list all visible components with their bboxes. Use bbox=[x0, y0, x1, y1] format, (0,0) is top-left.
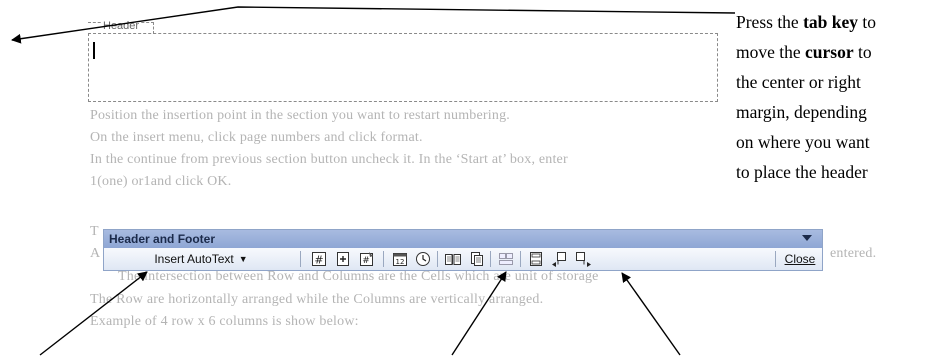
insert-autotext-button[interactable]: Insert AutoText ▼ bbox=[116, 250, 286, 268]
toolbar-title: Header and Footer bbox=[109, 232, 216, 246]
same-as-previous-icon[interactable] bbox=[496, 250, 516, 268]
toolbar-separator bbox=[437, 251, 438, 267]
doc-line-5: T bbox=[90, 224, 99, 239]
doc-line-1: Position the insertion point in the sect… bbox=[90, 108, 510, 123]
toolbar-separator bbox=[520, 251, 521, 267]
insert-date-icon[interactable]: 12 bbox=[390, 250, 410, 268]
show-next-icon[interactable] bbox=[574, 250, 594, 268]
arrow-to-navigation bbox=[621, 272, 681, 356]
header-label: Header bbox=[101, 20, 142, 32]
instruction-callout: Press the tab key to move the cursor to … bbox=[736, 12, 877, 182]
dropdown-arrow-icon: ▼ bbox=[238, 254, 248, 264]
close-button[interactable]: Close bbox=[781, 250, 819, 268]
doc-line-2: On the insert menu, click page numbers a… bbox=[90, 130, 423, 145]
header-footer-toolbar: Header and Footer Insert AutoText ▼ # # … bbox=[103, 229, 823, 271]
toolbar-body: Insert AutoText ▼ # # 12 Close bbox=[104, 248, 822, 270]
toolbar-separator bbox=[775, 251, 776, 267]
toolbar-separator bbox=[300, 251, 301, 267]
doc-line-6: A bbox=[90, 246, 101, 261]
text-cursor bbox=[93, 42, 95, 59]
insert-page-number-icon[interactable]: # bbox=[309, 250, 329, 268]
format-page-number-icon[interactable]: # bbox=[357, 250, 377, 268]
insert-number-of-pages-icon[interactable] bbox=[333, 250, 353, 268]
insert-autotext-label: Insert AutoText bbox=[154, 252, 234, 266]
doc-line-7: The intersection between Row and Columns… bbox=[118, 269, 599, 284]
switch-header-footer-icon[interactable] bbox=[526, 250, 546, 268]
doc-line-8: The Row are horizontally arranged while … bbox=[90, 292, 544, 307]
doc-line-9: Example of 4 row x 6 columns is show bel… bbox=[90, 314, 359, 329]
show-hide-document-text-icon[interactable] bbox=[466, 250, 486, 268]
toolbar-separator bbox=[490, 251, 491, 267]
page-setup-icon[interactable] bbox=[443, 250, 463, 268]
toolbar-title-bar[interactable]: Header and Footer bbox=[104, 230, 822, 248]
doc-line-4: 1(one) or1and click OK. bbox=[90, 174, 232, 189]
svg-text:12: 12 bbox=[396, 258, 405, 266]
toolbar-options-icon[interactable] bbox=[802, 235, 812, 241]
svg-text:#: # bbox=[314, 254, 323, 267]
doc-line-3: In the continue from previous section bu… bbox=[90, 152, 568, 167]
show-previous-icon[interactable] bbox=[550, 250, 570, 268]
svg-text:#: # bbox=[362, 256, 370, 266]
header-edit-area[interactable] bbox=[88, 33, 718, 102]
doc-line-6-end: entered. bbox=[830, 246, 877, 261]
insert-time-icon[interactable] bbox=[413, 250, 433, 268]
toolbar-separator bbox=[383, 251, 384, 267]
